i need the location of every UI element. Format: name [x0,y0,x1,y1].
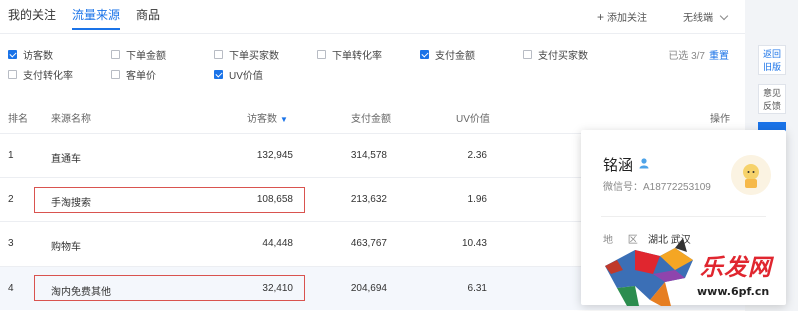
metric-label: 客单价 [126,71,156,82]
checkbox-unchecked-icon [214,50,223,59]
metric-label: 访客数 [23,51,53,62]
checkbox-unchecked-icon [111,70,120,79]
metric-label: UV价值 [229,71,263,82]
metric-checkbox-uv-value[interactable]: UV价值 [214,67,263,82]
selection-info: 已选 3/7 重置 [668,47,729,62]
cell-rank: 4 [8,283,14,294]
column-header-uv-value: UV价值 [456,114,490,125]
avatar [731,155,771,195]
column-header-actions: 操作 [710,114,730,125]
metric-checkbox-visitors[interactable]: 访客数 [8,47,53,62]
cell-uv-value: 10.43 [461,238,487,249]
cell-pay-amount: 463,767 [350,238,387,249]
wechat-id: 微信号：A18772253109 [603,182,711,193]
metric-label: 下单转化率 [332,51,382,62]
metric-checkbox-order-amount[interactable]: 下单金额 [111,47,166,62]
tab-traffic-source[interactable]: 流量来源 [72,6,121,30]
chevron-down-icon [719,11,729,21]
metric-checkbox-avg-price[interactable]: 客单价 [111,67,156,82]
contact-name: 铭涵 [603,157,634,174]
highlight-box [34,187,305,213]
add-follow-label: 添加关注 [607,13,647,24]
cell-rank: 1 [8,150,14,161]
checkbox-unchecked-icon [317,50,326,59]
column-header-visitors-label: 访客数 [247,114,277,125]
tab-products[interactable]: 商品 [136,6,160,30]
cell-uv-value: 1.96 [467,194,487,205]
header-divider [0,33,745,34]
sort-descending-icon[interactable]: ▼ [280,115,288,124]
feedback-button[interactable]: 意见反馈 [758,84,786,114]
table-header: 排名 来源名称 访客数 ▼ 支付金额 UV价值 操作 [0,106,745,126]
device-select[interactable]: 无线端 [683,9,729,24]
highlight-box [34,275,305,301]
tab-my-follow[interactable]: 我的关注 [8,6,56,30]
column-header-source: 来源名称 [51,114,91,125]
metric-label: 支付金额 [435,51,475,62]
metric-label: 支付转化率 [23,71,73,82]
metric-label: 下单金额 [126,51,166,62]
metric-checkbox-order-conversion[interactable]: 下单转化率 [317,47,382,62]
watermark-url: www.6pf.cn [697,285,770,298]
checkbox-unchecked-icon [523,50,532,59]
cell-source: 购物车 [51,242,81,253]
metric-checkbox-pay-amount[interactable]: 支付金额 [420,47,475,62]
add-follow-button[interactable]: + 添加关注 [597,9,647,24]
cell-uv-value: 6.31 [467,283,487,294]
metric-checkbox-pay-conversion[interactable]: 支付转化率 [8,67,73,82]
metric-label: 支付买家数 [538,51,588,62]
cell-pay-amount: 314,578 [350,150,387,161]
column-header-pay-amount: 支付金额 [351,114,391,125]
selection-count: 已选 3/7 [668,51,705,62]
cell-pay-amount: 213,632 [350,194,387,205]
person-icon [639,158,649,169]
metric-label: 下单买家数 [229,51,279,62]
plus-icon: + [596,10,604,24]
checkbox-unchecked-icon [111,50,120,59]
checkbox-checked-icon [214,70,223,79]
header-actions: + 添加关注 无线端 [597,9,729,24]
column-header-rank: 排名 [8,114,28,125]
back-to-old-version-button[interactable]: 返回旧版 [758,45,786,75]
checkbox-checked-icon [420,50,429,59]
cell-visitors: 44,448 [262,238,293,249]
watermark-text: 乐发网 [700,254,772,281]
metric-checkbox-pay-buyers[interactable]: 支付买家数 [523,47,588,62]
reset-link[interactable]: 重置 [709,51,729,62]
device-select-value: 无线端 [683,13,713,24]
card-divider [601,216,766,217]
cell-rank: 3 [8,238,14,249]
cell-uv-value: 2.36 [467,150,487,161]
cell-rank: 2 [8,194,14,205]
cell-source: 直通车 [51,154,81,165]
checkbox-checked-icon [8,50,17,59]
metric-checkbox-order-buyers[interactable]: 下单买家数 [214,47,279,62]
tab-bar: 我的关注 流量来源 商品 [8,6,160,30]
checkbox-unchecked-icon [8,70,17,79]
cell-pay-amount: 204,694 [350,283,387,294]
column-header-visitors[interactable]: 访客数 ▼ [247,110,288,125]
cell-visitors: 132,945 [256,150,293,161]
